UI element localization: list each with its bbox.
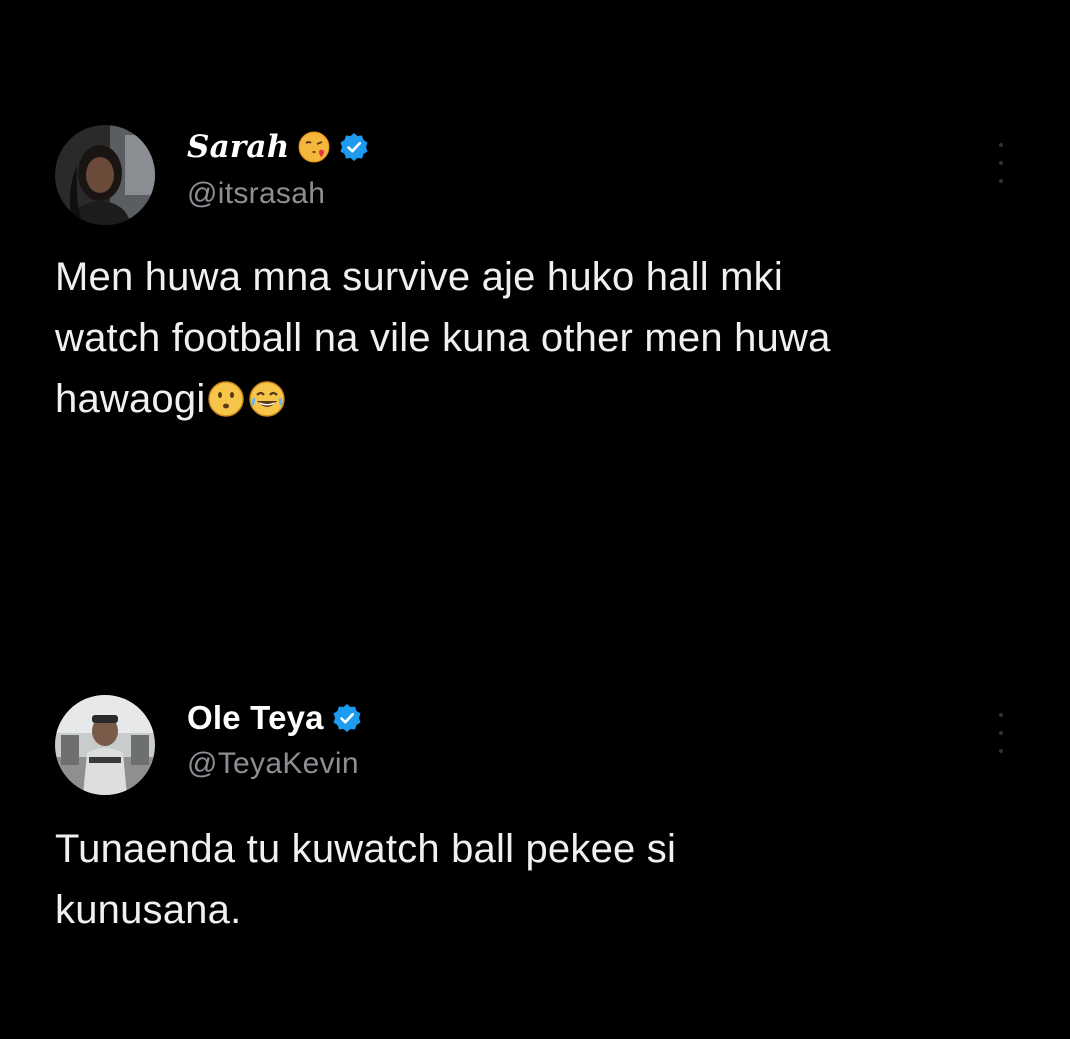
tweet-header: Sarah @itsrasah <box>55 125 1015 225</box>
author-handle[interactable]: @itsrasah <box>187 177 325 211</box>
author-display-name[interactable]: Sarah <box>187 129 289 165</box>
tweet-text-line-last: hawaogi <box>55 369 1015 430</box>
avatar[interactable] <box>55 125 155 225</box>
author-handle[interactable]: @TeyaKevin <box>187 747 359 781</box>
face-blowing-kiss-icon <box>297 130 331 164</box>
tweet-text-line: kunusana. <box>55 888 242 932</box>
author-name-row: Sarah <box>187 129 369 165</box>
tweet-text-line: watch football na vile kuna other men hu… <box>55 316 831 360</box>
face-with-tears-of-joy-icon <box>247 379 287 419</box>
more-vertical-icon[interactable] <box>995 143 1007 183</box>
verified-badge-icon <box>332 703 362 733</box>
hushed-face-icon <box>206 379 246 419</box>
tweet-text-line: Men huwa mna survive aje huko hall mki <box>55 255 783 299</box>
author-display-name[interactable]: Ole Teya <box>187 699 324 737</box>
tweet-header: Ole Teya @TeyaKevin <box>55 695 1015 795</box>
author-name-row: Ole Teya <box>187 699 362 737</box>
tweet-text-line: Tunaenda tu kuwatch ball pekee si <box>55 827 677 871</box>
tweet-text: Tunaenda tu kuwatch ball pekee si kunusa… <box>55 819 1015 941</box>
avatar[interactable] <box>55 695 155 795</box>
tweet[interactable]: Sarah @itsrasah Men huwa mna survive aje… <box>55 125 1015 430</box>
tweet-text: Men huwa mna survive aje huko hall mki w… <box>55 247 1015 430</box>
tweet[interactable]: Ole Teya @TeyaKevin Tunaenda tu kuwatch … <box>55 695 1015 941</box>
verified-badge-icon <box>339 132 369 162</box>
tweet-text-line-content: hawaogi <box>55 377 206 421</box>
more-vertical-icon[interactable] <box>995 713 1007 753</box>
